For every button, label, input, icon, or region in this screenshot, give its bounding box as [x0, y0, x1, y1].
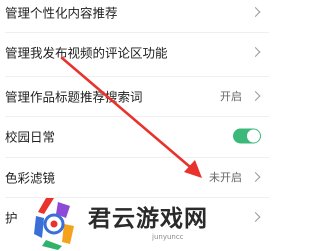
chevron-right-icon [250, 91, 261, 101]
chevron-right-icon [250, 172, 261, 182]
setting-row-label: 管理我发布视频的评论区功能 [5, 45, 168, 61]
toggle-knob [247, 129, 260, 143]
setting-row-label: 色彩滤镜 [5, 170, 56, 186]
setting-row-label: 管理作品标题推荐搜索词 [5, 89, 143, 105]
setting-row-label: 校园日常 [5, 129, 56, 145]
chevron-right-icon [250, 7, 261, 17]
setting-row-label: 护 [5, 210, 18, 226]
setting-row-personalized-content[interactable]: 管理个性化内容推荐 [0, 0, 269, 32]
campus-daily-toggle[interactable] [233, 128, 261, 144]
settings-screen: 管理个性化内容推荐 管理我发布视频的评论区功能 管理作品标题推荐搜索词 开启 校… [0, 0, 269, 251]
setting-row-value: 未开启 [209, 171, 242, 184]
watermark-subtitle: junyuncc [152, 233, 184, 241]
setting-row-campus-daily: 校园日常 [0, 116, 269, 156]
setting-row-comment-section[interactable]: 管理我发布视频的评论区功能 [0, 32, 269, 72]
watermark-title: 君云游戏网 [88, 205, 208, 232]
setting-row-value: 开启 [220, 90, 242, 103]
setting-row-color-filter[interactable]: 色彩滤镜 未开启 [0, 157, 269, 197]
chevron-right-icon [250, 47, 261, 57]
setting-row-title-search-words[interactable]: 管理作品标题推荐搜索词 开启 [0, 76, 269, 116]
setting-row-label: 管理个性化内容推荐 [5, 5, 118, 21]
site-watermark: 君云游戏网 junyuncc [30, 193, 269, 251]
watermark-logo-icon [34, 198, 74, 250]
